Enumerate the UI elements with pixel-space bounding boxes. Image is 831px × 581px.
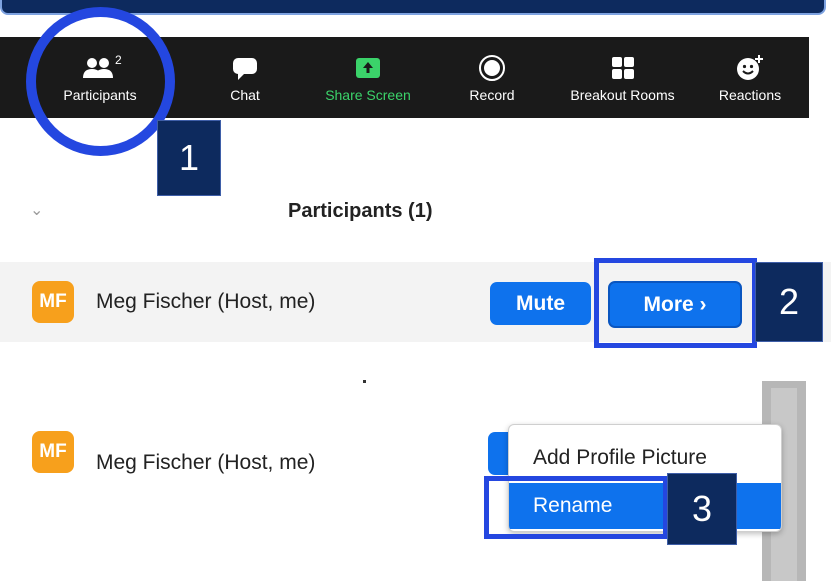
record-icon xyxy=(478,53,506,83)
mute-button[interactable]: Mute xyxy=(490,282,591,325)
share-screen-icon xyxy=(353,53,383,83)
chat-icon xyxy=(231,53,259,83)
stray-dot xyxy=(363,380,366,383)
breakout-rooms-button[interactable]: Breakout Rooms xyxy=(555,37,690,118)
participant-name: Meg Fischer (Host, me) xyxy=(96,290,316,313)
panel-title: Participants (1) xyxy=(288,200,433,222)
highlight-rename-box xyxy=(484,476,668,539)
chat-button[interactable]: Chat xyxy=(205,37,285,118)
record-label: Record xyxy=(469,86,515,103)
reactions-button[interactable]: Reactions xyxy=(705,37,795,118)
chat-label: Chat xyxy=(230,86,260,103)
reactions-icon xyxy=(735,53,765,83)
participants-panel-header: ⌄ Participants (1) xyxy=(0,190,831,240)
highlight-more-box xyxy=(594,258,757,348)
callout-step-1: 1 xyxy=(157,120,221,196)
avatar: MF xyxy=(32,431,74,473)
breakout-rooms-label: Breakout Rooms xyxy=(570,86,675,103)
avatar: MF xyxy=(32,281,74,323)
highlight-circle xyxy=(26,7,175,156)
participant-name: Meg Fischer (Host, me) xyxy=(96,451,316,474)
share-screen-label: Share Screen xyxy=(325,86,411,103)
breakout-rooms-icon xyxy=(610,53,636,83)
chevron-down-icon[interactable]: ⌄ xyxy=(30,200,43,220)
menu-item-add-profile-picture[interactable]: Add Profile Picture xyxy=(509,435,781,481)
callout-step-2: 2 xyxy=(755,262,823,342)
share-screen-button[interactable]: Share Screen xyxy=(313,37,423,118)
reactions-label: Reactions xyxy=(718,86,782,103)
record-button[interactable]: Record xyxy=(452,37,532,118)
callout-step-3: 3 xyxy=(667,473,737,545)
